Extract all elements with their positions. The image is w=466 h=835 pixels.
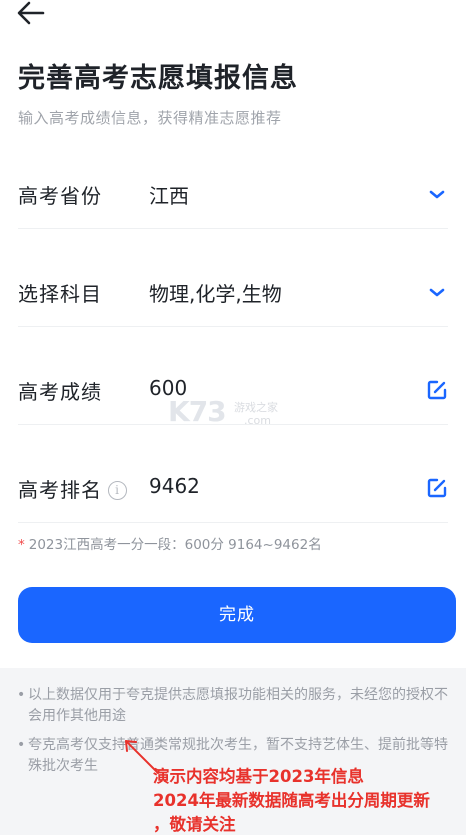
chevron-down-icon[interactable]	[426, 281, 448, 303]
back-button[interactable]	[16, 0, 50, 30]
subjects-label: 选择科目	[18, 282, 102, 306]
rank-label: 高考排名	[18, 478, 102, 502]
page-title: 完善高考志愿填报信息	[18, 63, 298, 94]
score-rank-hint: * 2023江西高考一分一段：600分 9164~9462名	[18, 533, 322, 553]
province-value: 江西	[149, 184, 189, 208]
note-text: 以上数据仅用于夸克提供志愿填报功能相关的服务，未经您的授权不会用作其他用途	[28, 687, 448, 724]
province-label: 高考省份	[18, 184, 102, 208]
hint-text: 2023江西高考一分一段：600分 9164~9462名	[28, 537, 322, 553]
note-bullet: •	[17, 737, 26, 753]
rank-row[interactable]: 高考排名 i 9462	[18, 451, 448, 523]
note-bullet: •	[17, 687, 26, 703]
note-item: • 以上数据仅用于夸克提供志愿填报功能相关的服务，未经您的授权不会用作其他用途	[17, 685, 448, 727]
subjects-value: 物理,化学,生物	[149, 282, 282, 306]
edit-icon[interactable]	[426, 477, 448, 499]
subjects-row[interactable]: 选择科目 物理,化学,生物	[18, 255, 448, 327]
overlay-line-1: 演示内容均基于2023年信息	[153, 767, 364, 786]
overlay-line-2: 2024年最新数据随高考出分周期更新	[153, 791, 430, 810]
watermark-brand: K73	[168, 395, 227, 428]
rank-label-group: 高考排名 i	[18, 474, 127, 503]
rank-value: 9462	[149, 474, 200, 498]
watermark-com: .com	[244, 414, 271, 427]
watermark-cn: 游戏之家	[234, 401, 278, 414]
overlay-line-3: ，敬请关注	[153, 815, 236, 834]
done-button[interactable]: 完成	[18, 587, 456, 643]
score-label: 高考成绩	[18, 380, 102, 404]
arrow-left-icon	[17, 1, 45, 25]
site-watermark: K73 游戏之家 .com	[168, 395, 298, 431]
page-subtitle: 输入高考成绩信息，获得精准志愿推荐	[18, 109, 282, 127]
chevron-down-icon[interactable]	[426, 183, 448, 205]
info-icon[interactable]: i	[108, 481, 127, 500]
province-row[interactable]: 高考省份 江西	[18, 157, 448, 229]
hint-star: *	[18, 537, 25, 553]
edit-icon[interactable]	[426, 379, 448, 401]
